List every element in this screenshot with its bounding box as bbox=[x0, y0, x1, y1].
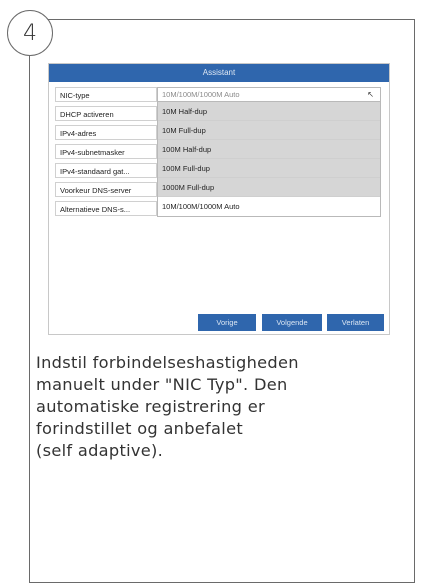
label-preferred-dns: Voorkeur DNS-server bbox=[55, 182, 157, 197]
nic-type-option[interactable]: 10M Half-dup bbox=[158, 102, 380, 121]
assistant-window: Assistant NIC-type DHCP activeren IPv4-a… bbox=[48, 63, 390, 335]
label-alternate-dns: Alternatieve DNS-s... bbox=[55, 201, 157, 216]
cursor-icon: ↖ bbox=[367, 90, 374, 99]
nic-type-option[interactable]: 100M Full-dup bbox=[158, 159, 380, 178]
label-ipv4-gateway: IPv4-standaard gat... bbox=[55, 163, 157, 178]
previous-button[interactable]: Vorige bbox=[198, 314, 256, 331]
nic-type-selected-value: 10M/100M/1000M Auto bbox=[162, 90, 240, 99]
next-button[interactable]: Volgende bbox=[262, 314, 322, 331]
exit-button[interactable]: Verlaten bbox=[327, 314, 384, 331]
label-ipv4-subnet: IPv4-subnetmasker bbox=[55, 144, 157, 159]
nic-type-select[interactable]: 10M/100M/1000M Auto ↖ bbox=[157, 87, 381, 102]
step-number-badge: 4 bbox=[7, 10, 53, 56]
label-nic-type: NIC-type bbox=[55, 87, 157, 102]
label-dhcp: DHCP activeren bbox=[55, 106, 157, 121]
nic-type-option[interactable]: 1000M Full-dup bbox=[158, 178, 380, 197]
window-title: Assistant bbox=[49, 64, 389, 82]
nic-type-option[interactable]: 10M Full-dup bbox=[158, 121, 380, 140]
nic-type-option[interactable]: 10M/100M/1000M Auto bbox=[158, 197, 380, 216]
nic-type-option[interactable]: 100M Half-dup bbox=[158, 140, 380, 159]
instruction-text: Indstil forbindelseshastigheden manuelt … bbox=[36, 353, 299, 460]
label-ipv4-address: IPv4-adres bbox=[55, 125, 157, 140]
nic-type-dropdown-list: 10M Half-dup 10M Full-dup 100M Half-dup … bbox=[157, 102, 381, 217]
